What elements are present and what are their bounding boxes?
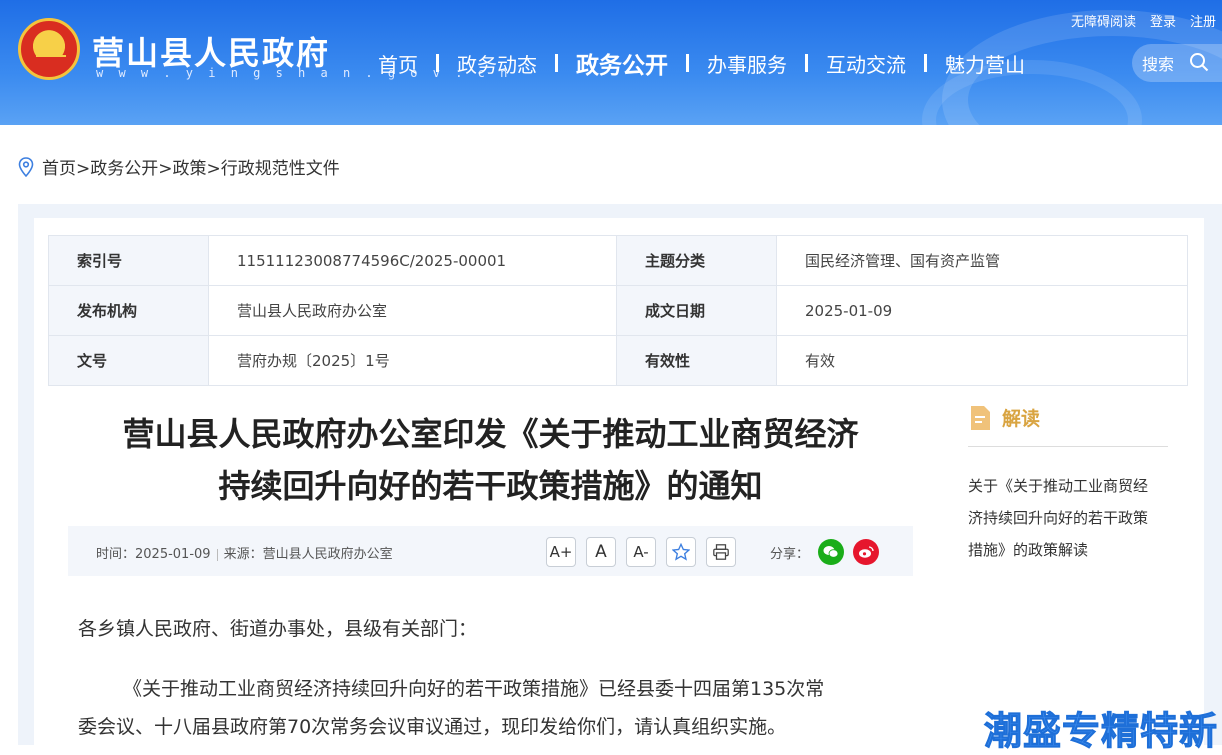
nav-item-gov-open[interactable]: 政务公开 <box>558 46 686 80</box>
search-label: 搜索 <box>1142 55 1175 74</box>
article-meta: 时间：2025-01-09 来源：营山县人民政府办公室 <box>96 543 393 562</box>
publish-time: 时间：2025-01-09 <box>96 547 211 562</box>
document-meta-table: 索引号 11511123008774596C/2025-00001 主题分类 国… <box>48 235 1188 386</box>
article: 营山县人民政府办公室印发《关于推动工业商贸经济 持续回升向好的若干政策措施》的通… <box>48 386 933 745</box>
interpretation-link[interactable]: 关于《关于推动工业商贸经 济持续回升向好的若干政策 措施》的政策解读 <box>968 470 1168 566</box>
meta-key: 主题分类 <box>616 235 777 286</box>
weibo-icon <box>859 546 874 558</box>
meta-key: 有效性 <box>616 335 777 386</box>
favorite-button[interactable] <box>666 537 696 567</box>
article-salutation: 各乡镇人民政府、街道办事处，县级有关部门： <box>78 618 478 640</box>
main-nav: 首页 政务动态 政务公开 办事服务 互动交流 魅力营山 <box>360 46 1043 80</box>
weibo-share-button[interactable] <box>853 539 879 565</box>
star-icon <box>672 543 690 561</box>
nav-item-interaction[interactable]: 互动交流 <box>808 49 924 78</box>
article-title: 营山县人民政府办公室印发《关于推动工业商贸经济 持续回升向好的若干政策措施》的通… <box>48 408 933 512</box>
login-link[interactable]: 登录 <box>1150 11 1176 30</box>
interpretation-heading: 解读 <box>968 404 1040 431</box>
paragraph-line: 委会议、十八届县政府第70次常务会议审议通过，现印发给你们，请认真组织实施。 <box>78 716 787 738</box>
article-title-line: 营山县人民政府办公室印发《关于推动工业商贸经济 <box>122 415 859 453</box>
meta-value: 有效 <box>776 335 1188 386</box>
font-increase-button[interactable]: A+ <box>546 537 576 567</box>
table-row: 索引号 11511123008774596C/2025-00001 主题分类 国… <box>48 235 1188 286</box>
font-normal-button[interactable]: A <box>586 537 616 567</box>
paragraph-line: 《关于推动工业商贸经济持续回升向好的若干政策措施》已经县委十四届第135次常 <box>123 678 825 700</box>
breadcrumb: 首页>政务公开>政策>行政规范性文件 <box>18 154 340 179</box>
meta-value: 国民经济管理、国有资产监管 <box>776 235 1188 286</box>
article-title-line: 持续回升向好的若干政策措施》的通知 <box>218 467 763 505</box>
table-row: 发布机构 营山县人民政府办公室 成文日期 2025-01-09 <box>48 285 1188 336</box>
wechat-icon <box>823 546 839 558</box>
font-normal-label: A <box>595 542 607 562</box>
nav-item-charm[interactable]: 魅力营山 <box>927 49 1043 78</box>
site-header: ★ 营山县人民政府 w w w . y i n g s h a n . g o … <box>0 0 1222 125</box>
divider <box>968 446 1168 447</box>
article-info-bar: 时间：2025-01-09 来源：营山县人民政府办公室 A+ A A- 分享： <box>68 526 913 576</box>
register-link[interactable]: 注册 <box>1190 11 1216 30</box>
meta-key: 发布机构 <box>48 285 209 336</box>
print-button[interactable] <box>706 537 736 567</box>
article-paragraph: 《关于推动工业商贸经济持续回升向好的若干政策措施》已经县委十四届第135次常 委… <box>78 670 918 746</box>
accessibility-link[interactable]: 无障碍阅读 <box>1071 11 1136 30</box>
meta-value: 营山县人民政府办公室 <box>208 285 617 336</box>
meta-key: 成文日期 <box>616 285 777 336</box>
breadcrumb-text[interactable]: 首页>政务公开>政策>行政规范性文件 <box>42 154 340 179</box>
search-icon <box>1190 53 1209 72</box>
nav-item-home[interactable]: 首页 <box>360 49 436 78</box>
interpretation-title: 解读 <box>1002 408 1041 430</box>
font-increase-label: A+ <box>549 543 573 561</box>
publish-source: 来源：营山县人民政府办公室 <box>223 547 393 562</box>
meta-value: 营府办规〔2025〕1号 <box>208 335 617 386</box>
font-decrease-label: A- <box>633 543 649 561</box>
link-line: 措施》的政策解读 <box>968 541 1089 559</box>
wechat-share-button[interactable] <box>818 539 844 565</box>
national-emblem-logo[interactable]: ★ <box>18 18 80 80</box>
printer-icon <box>713 544 729 560</box>
location-pin-icon <box>18 156 34 177</box>
share-label: 分享： <box>770 547 810 562</box>
link-line: 关于《关于推动工业商贸经 <box>968 477 1149 495</box>
document-icon <box>971 405 990 430</box>
interpretation-sidebar: 解读 关于《关于推动工业商贸经 济持续回升向好的若干政策 措施》的政策解读 <box>948 386 1188 745</box>
nav-item-news[interactable]: 政务动态 <box>439 49 555 78</box>
meta-value: 2025-01-09 <box>776 285 1188 336</box>
meta-key: 文号 <box>48 335 209 386</box>
meta-value: 11511123008774596C/2025-00001 <box>208 235 617 286</box>
search-button[interactable]: 搜索 <box>1132 44 1222 82</box>
link-line: 济持续回升向好的若干政策 <box>968 509 1149 527</box>
font-decrease-button[interactable]: A- <box>626 537 656 567</box>
meta-key: 索引号 <box>48 235 209 286</box>
nav-item-services[interactable]: 办事服务 <box>689 49 805 78</box>
top-links: 无障碍阅读 登录 注册 <box>1071 11 1216 30</box>
watermark-text: 潮盛专精特新 <box>983 709 1219 754</box>
table-row: 文号 营府办规〔2025〕1号 有效性 有效 <box>48 335 1188 386</box>
